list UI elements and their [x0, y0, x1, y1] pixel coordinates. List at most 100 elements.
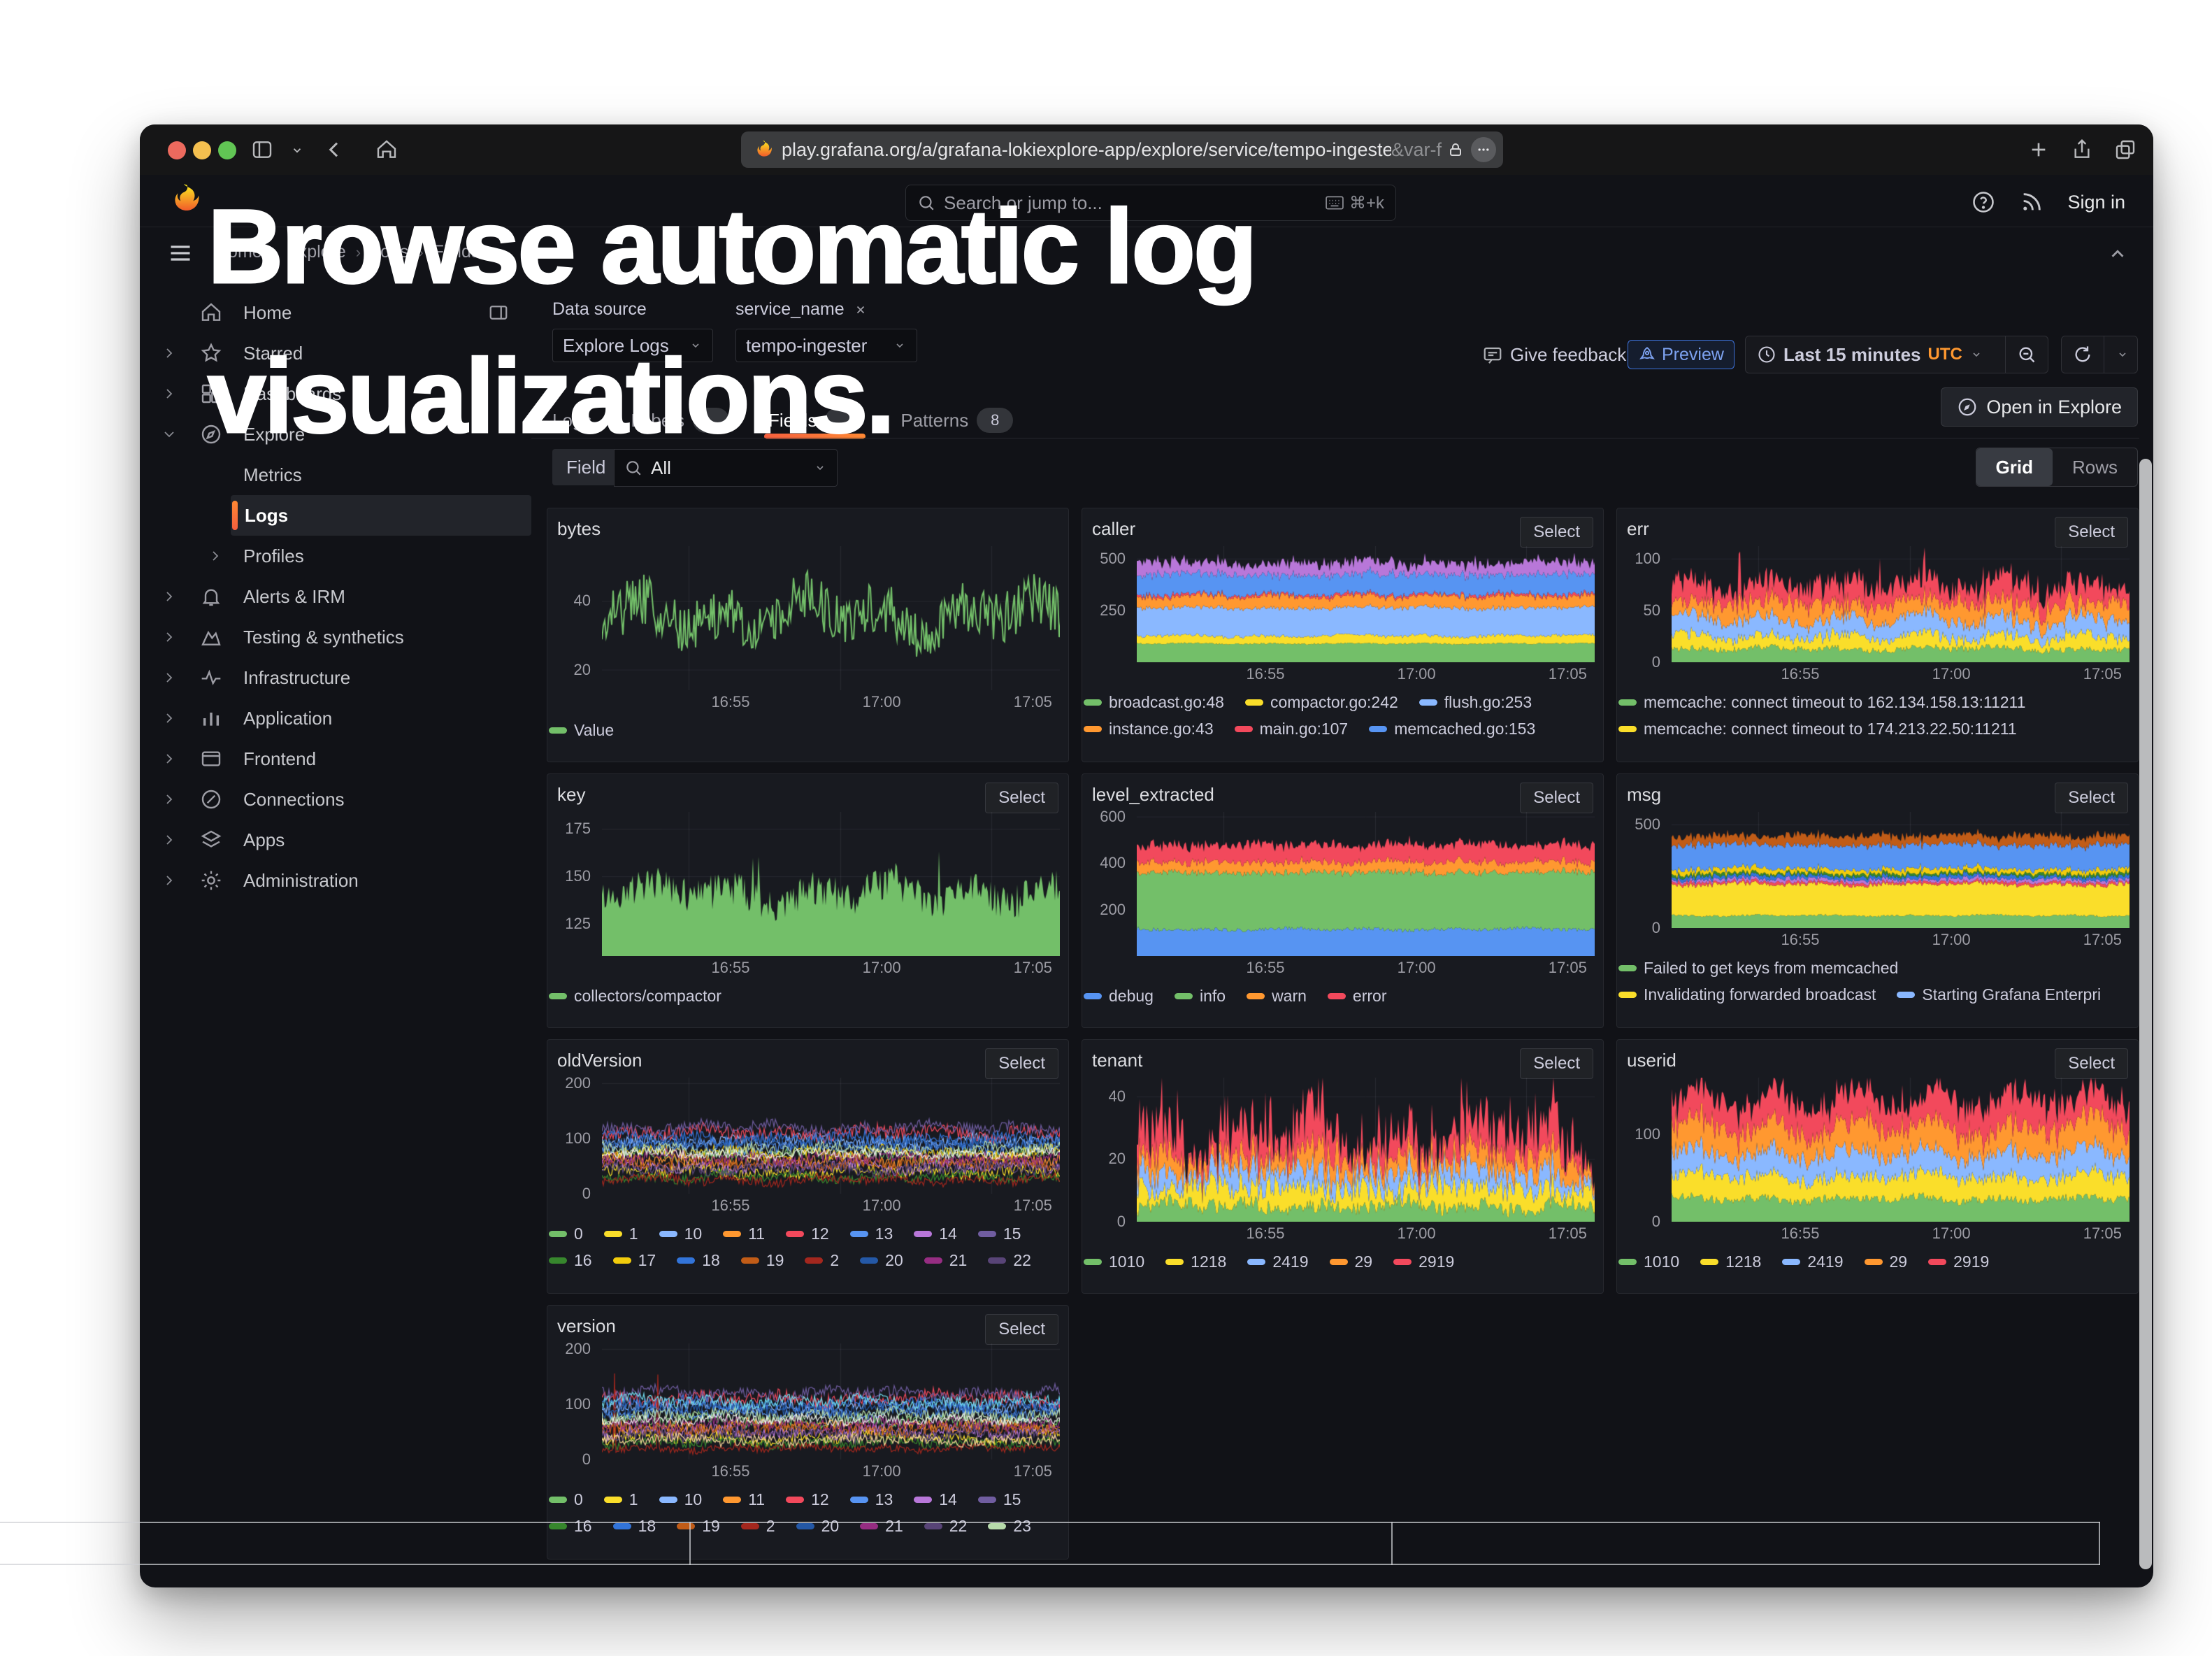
chevron-right-icon[interactable] [161, 710, 178, 727]
address-bar[interactable]: play.grafana.org/a/grafana-lokiexplore-a… [741, 131, 1503, 168]
sidebar-item-apps[interactable]: Apps [140, 820, 531, 860]
menu-icon[interactable] [168, 241, 193, 266]
legend-item[interactable]: 1218 [1700, 1248, 1761, 1275]
select-button[interactable]: Select [985, 1314, 1058, 1345]
chart-canvas[interactable] [602, 546, 1060, 690]
legend-item[interactable]: debug [1084, 983, 1154, 1009]
legend-item[interactable]: 2919 [1928, 1248, 1989, 1275]
legend-item[interactable]: 10 [659, 1486, 703, 1513]
news-icon[interactable] [2020, 190, 2044, 214]
chevron-right-icon[interactable] [161, 750, 178, 767]
legend-item[interactable]: 21 [860, 1513, 903, 1539]
chart-canvas[interactable] [602, 1078, 1060, 1194]
legend-item[interactable]: 16 [549, 1513, 592, 1539]
legend-item[interactable]: 29 [1865, 1248, 1908, 1275]
select-button[interactable]: Select [1520, 517, 1593, 548]
legend-item[interactable]: 1218 [1165, 1248, 1226, 1275]
legend-item[interactable]: 0 [549, 1220, 583, 1247]
legend-item[interactable]: 16 [549, 1247, 592, 1273]
chevron-down-icon[interactable] [161, 426, 178, 443]
legend-item[interactable]: 2919 [1393, 1248, 1454, 1275]
time-range-picker[interactable]: Last 15 minutes UTC [1746, 336, 2006, 373]
legend-item[interactable]: 1 [604, 1486, 638, 1513]
refresh-interval-dropdown[interactable] [2104, 336, 2138, 373]
sidebar-item-profiles[interactable]: Profiles [140, 536, 531, 576]
new-tab-icon[interactable] [2027, 138, 2050, 161]
legend-item[interactable]: Value [549, 717, 614, 743]
legend-item[interactable]: 11 [723, 1220, 765, 1247]
chevron-right-icon[interactable] [161, 791, 178, 808]
legend-item[interactable]: 21 [924, 1247, 968, 1273]
grafana-logo[interactable] [166, 182, 201, 217]
legend-item[interactable]: Failed to get keys from memcached [1618, 955, 1898, 981]
legend-item[interactable]: 1010 [1618, 1248, 1679, 1275]
legend-item[interactable]: Invalidating forwarded broadcast [1618, 981, 1876, 1008]
zoom-out-button[interactable] [2006, 336, 2048, 373]
legend-item[interactable]: 13 [850, 1220, 893, 1247]
chevron-right-icon[interactable] [161, 669, 178, 686]
help-icon[interactable] [1971, 190, 1996, 215]
legend-item[interactable]: 29 [1330, 1248, 1373, 1275]
sidebar-item-infrastructure[interactable]: Infrastructure [140, 657, 531, 698]
sidebar-item-logs[interactable]: Logs [231, 495, 531, 536]
view-toggle-grid[interactable]: Grid [1976, 448, 2053, 486]
zoom-window-button[interactable] [218, 141, 236, 159]
select-button[interactable]: Select [2055, 517, 2128, 548]
view-toggle-rows[interactable]: Rows [2053, 448, 2137, 486]
chevron-right-icon[interactable] [161, 385, 178, 402]
legend-item[interactable]: info [1175, 983, 1226, 1009]
close-window-button[interactable] [168, 141, 186, 159]
chart-canvas[interactable] [1672, 812, 2130, 928]
open-in-explore-button[interactable]: Open in Explore [1941, 387, 2138, 427]
legend-item[interactable]: 13 [850, 1486, 893, 1513]
legend-item[interactable]: memcache: connect timeout to 174.213.22.… [1618, 715, 2017, 742]
more-options-icon[interactable] [1471, 137, 1496, 162]
legend-item[interactable]: 23 [988, 1513, 1031, 1539]
sidebar-item-frontend[interactable]: Frontend [140, 738, 531, 779]
home-browser-icon[interactable] [375, 138, 398, 161]
chevron-right-icon[interactable] [161, 629, 178, 645]
legend-item[interactable]: 12 [786, 1486, 829, 1513]
chevron-right-icon[interactable] [161, 588, 178, 605]
legend-item[interactable]: 17 [613, 1247, 656, 1273]
chart-canvas[interactable] [602, 812, 1060, 956]
share-icon[interactable] [2071, 138, 2093, 161]
legend-item[interactable]: 19 [741, 1247, 784, 1273]
scrollbar[interactable] [2139, 459, 2152, 1569]
legend-item[interactable]: 12 [786, 1220, 829, 1247]
sidebar-item-alerts-irm[interactable]: Alerts & IRM [140, 576, 531, 617]
legend-item[interactable]: 1010 [1084, 1248, 1144, 1275]
legend-item[interactable]: instance.go:43 [1084, 715, 1214, 742]
legend-item[interactable]: 22 [988, 1247, 1031, 1273]
legend-item[interactable]: flush.go:253 [1419, 689, 1532, 715]
legend-item[interactable]: 20 [796, 1513, 840, 1539]
legend-item[interactable]: 11 [723, 1486, 765, 1513]
sidebar-item-connections[interactable]: Connections [140, 779, 531, 820]
legend-item[interactable]: 19 [677, 1513, 720, 1539]
legend-item[interactable]: collectors/compactor [549, 983, 721, 1009]
legend-item[interactable]: Starting Grafana Enterpri [1897, 981, 2101, 1008]
sidebar-item-application[interactable]: Application [140, 698, 531, 738]
legend-item[interactable]: 2419 [1247, 1248, 1308, 1275]
legend-item[interactable]: 14 [914, 1220, 957, 1247]
refresh-button[interactable] [2062, 336, 2104, 373]
legend-item[interactable]: broadcast.go:48 [1084, 689, 1224, 715]
chevron-down-icon[interactable] [289, 144, 305, 157]
chevron-right-icon[interactable] [161, 872, 178, 889]
chevron-right-icon[interactable] [161, 831, 178, 848]
legend-item[interactable]: 18 [677, 1247, 720, 1273]
select-button[interactable]: Select [985, 783, 1058, 813]
legend-item[interactable]: 14 [914, 1486, 957, 1513]
chart-canvas[interactable] [1137, 812, 1595, 956]
legend-item[interactable]: error [1328, 983, 1387, 1009]
back-icon[interactable] [323, 138, 345, 161]
chart-canvas[interactable] [1672, 1078, 2130, 1222]
legend-item[interactable]: 2 [805, 1247, 839, 1273]
legend-item[interactable]: 2419 [1782, 1248, 1843, 1275]
sidebar-item-administration[interactable]: Administration [140, 860, 531, 901]
legend-item[interactable]: 10 [659, 1220, 703, 1247]
legend-item[interactable]: compactor.go:242 [1245, 689, 1398, 715]
minimize-window-button[interactable] [193, 141, 211, 159]
chevron-right-icon[interactable] [207, 548, 224, 564]
legend-item[interactable]: 15 [978, 1486, 1021, 1513]
